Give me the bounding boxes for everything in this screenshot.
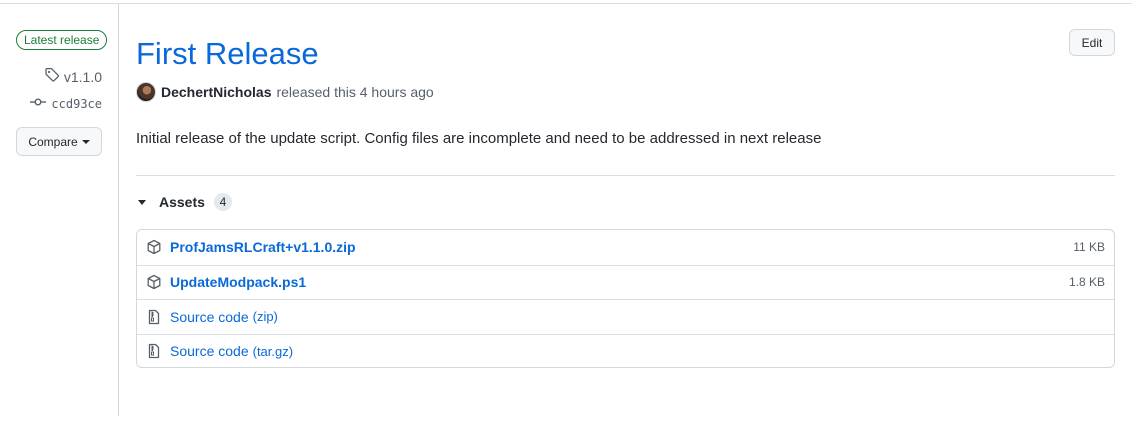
asset-link[interactable]: UpdateModpack.ps1 <box>170 274 306 290</box>
author-name[interactable]: DechertNicholas <box>161 84 271 100</box>
asset-size: 1.8 KB <box>1068 275 1105 290</box>
edit-button[interactable]: Edit <box>1069 29 1115 56</box>
commit-sha: ccd93ce <box>51 96 102 111</box>
asset-row: Source code (zip) <box>137 299 1114 334</box>
assets-count-badge: 4 <box>213 193 232 211</box>
compare-button[interactable]: Compare <box>16 127 102 156</box>
asset-row: UpdateModpack.ps1 1.8 KB <box>137 264 1114 300</box>
tag-link[interactable]: v1.1.0 <box>44 67 102 86</box>
source-code-targz-link[interactable]: Source code <box>170 343 249 359</box>
asset-size: 11 KB <box>1073 240 1105 255</box>
section-divider <box>136 175 1115 176</box>
released-time: released this 4 hours ago <box>276 84 434 100</box>
package-icon <box>146 274 162 290</box>
top-divider <box>0 3 1132 4</box>
release-description: Initial release of the update script. Co… <box>136 130 822 147</box>
asset-row: Source code (tar.gz) <box>137 333 1114 368</box>
assets-label: Assets <box>159 194 205 210</box>
timeline-divider <box>118 4 119 416</box>
triangle-down-icon <box>138 199 146 205</box>
commit-link[interactable]: ccd93ce <box>30 94 102 113</box>
chevron-down-icon <box>81 139 90 144</box>
latest-release-badge: Latest release <box>16 30 108 50</box>
compare-label: Compare <box>28 134 78 149</box>
release-author-line: DechertNicholas released this 4 hours ag… <box>136 82 434 102</box>
tag-icon <box>44 67 60 86</box>
source-code-zip-link[interactable]: Source code <box>170 309 249 325</box>
file-zip-icon <box>146 309 162 325</box>
asset-link[interactable]: ProfJamsRLCraft+v1.1.0.zip <box>170 239 356 255</box>
package-icon <box>146 239 162 255</box>
tag-label: v1.1.0 <box>63 68 102 85</box>
asset-row: ProfJamsRLCraft+v1.1.0.zip 11 KB <box>137 230 1114 265</box>
file-zip-icon <box>146 343 162 359</box>
asset-format: (tar.gz) <box>252 343 294 359</box>
asset-format: (zip) <box>252 309 278 325</box>
assets-list: ProfJamsRLCraft+v1.1.0.zip 11 KB UpdateM… <box>136 229 1115 368</box>
assets-toggle[interactable]: Assets 4 <box>138 193 232 211</box>
avatar[interactable] <box>136 82 156 102</box>
git-commit-icon <box>30 94 47 113</box>
release-title[interactable]: First Release <box>136 34 319 74</box>
